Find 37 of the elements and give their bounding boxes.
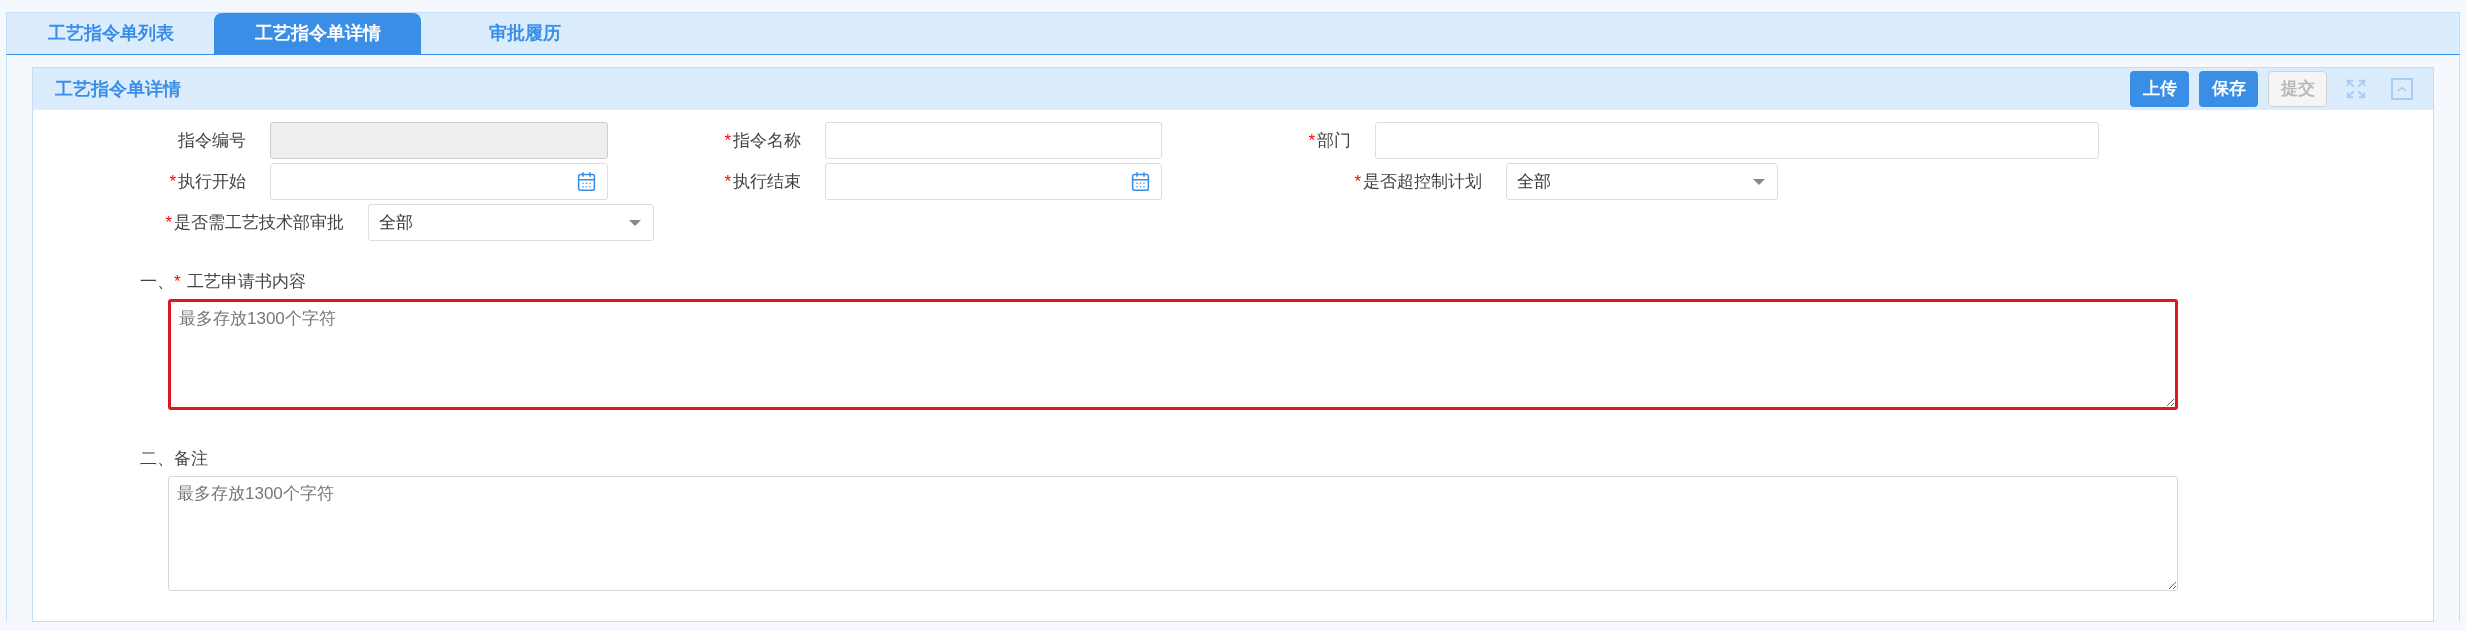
action-button[interactable]: 保存 [2199,71,2258,107]
tab[interactable]: 审批履历 [421,13,628,54]
select-field[interactable]: 全部 [368,204,654,241]
collapse-icon[interactable] [2391,78,2413,100]
select-field[interactable]: 全部 [1506,163,1778,200]
required-mark: * [1354,170,1361,193]
field-label: 是否需工艺技术部审批 [174,211,344,234]
fullscreen-icon[interactable] [2345,78,2367,100]
caret-icon [629,219,641,226]
required-mark: * [724,170,731,193]
required-mark: * [165,211,172,234]
field-label: 是否超控制计划 [1363,170,1482,193]
date-field[interactable] [825,163,1162,200]
text-field[interactable] [1375,122,2099,159]
caret-icon [1753,178,1765,185]
calendar-icon[interactable] [576,171,597,192]
panel-title: 工艺指令单详情 [55,77,181,101]
date-field[interactable] [270,163,608,200]
tab[interactable]: 工艺指令单列表 [7,13,214,54]
field-label: 指令编号 [178,129,246,152]
text-field[interactable] [825,122,1162,159]
section-number: 二、 [140,448,174,471]
section-label: 工艺申请书内容 [186,271,306,294]
action-button[interactable]: 上传 [2130,71,2189,107]
required-mark: * [1308,129,1315,152]
field-label: 执行结束 [733,170,801,193]
text-area[interactable]: 最多存放1300个字符 [168,299,2178,410]
required-mark: * [724,129,731,152]
calendar-icon[interactable] [1130,171,1151,192]
required-mark: * [174,271,181,294]
field-label: 指令名称 [733,129,801,152]
field-label: 执行开始 [178,170,246,193]
field-label: 部门 [1317,129,1351,152]
section-label: 备注 [174,448,208,471]
section-number: 一、 [140,271,174,294]
required-mark: * [169,170,176,193]
tab[interactable]: 工艺指令单详情 [214,13,421,54]
